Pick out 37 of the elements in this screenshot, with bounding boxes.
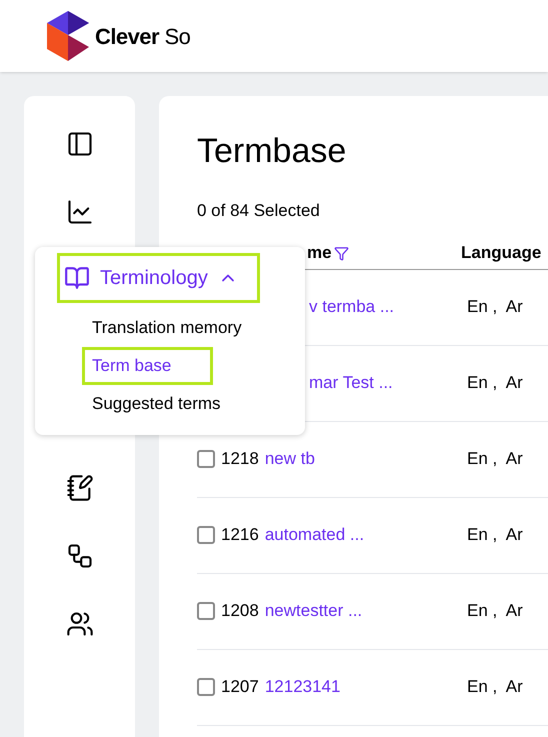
panel-icon[interactable] (66, 130, 94, 158)
submenu-item[interactable]: Term base (82, 347, 213, 385)
language-cell-text: En , Ar (466, 372, 523, 394)
selection-count: 0 of 84 Selected (197, 200, 321, 222)
submenu-item[interactable]: Suggested terms (82, 385, 231, 423)
row-id: 1216 (221, 524, 259, 546)
row-id: 1218 (221, 448, 259, 470)
termbase-link[interactable]: automated ... (264, 522, 364, 548)
language-cell-text: En , Ar (466, 524, 523, 546)
page-title: Termbase (197, 131, 348, 172)
language-cell-text: En , Ar (466, 600, 523, 622)
termbase-link[interactable]: new tb (264, 446, 315, 472)
termbase-link[interactable]: newtestter ... (264, 598, 362, 624)
submenu-item[interactable]: Translation memory (82, 309, 252, 347)
filter-icon[interactable] (334, 246, 349, 260)
column-header: Language (461, 243, 542, 262)
row-checkbox[interactable] (197, 678, 215, 696)
network-icon[interactable] (66, 542, 94, 570)
terminology-menu[interactable]: Terminology (57, 253, 260, 303)
language-cell-text: En , Ar (466, 448, 523, 470)
brand-name: Clever So (95, 22, 190, 50)
row-checkbox[interactable] (197, 602, 215, 620)
chart-icon[interactable] (66, 198, 94, 226)
row-id: 1207 (221, 676, 259, 698)
termbase-link[interactable]: 12123141 (264, 674, 340, 700)
termbase-link[interactable]: v termba ... (309, 294, 394, 320)
row-checkbox[interactable] (197, 450, 215, 468)
language-cell-text: En , Ar (466, 296, 523, 318)
column-header: me (307, 242, 332, 264)
termbase-link[interactable]: mar Test ... (309, 370, 393, 396)
language-cell-text: En , Ar (466, 676, 523, 698)
logo-icon (47, 11, 89, 61)
people-icon[interactable] (66, 610, 94, 638)
row-checkbox[interactable] (197, 526, 215, 544)
notebook-icon[interactable] (66, 474, 94, 502)
book-icon (64, 265, 90, 291)
row-id: 1208 (221, 600, 259, 622)
